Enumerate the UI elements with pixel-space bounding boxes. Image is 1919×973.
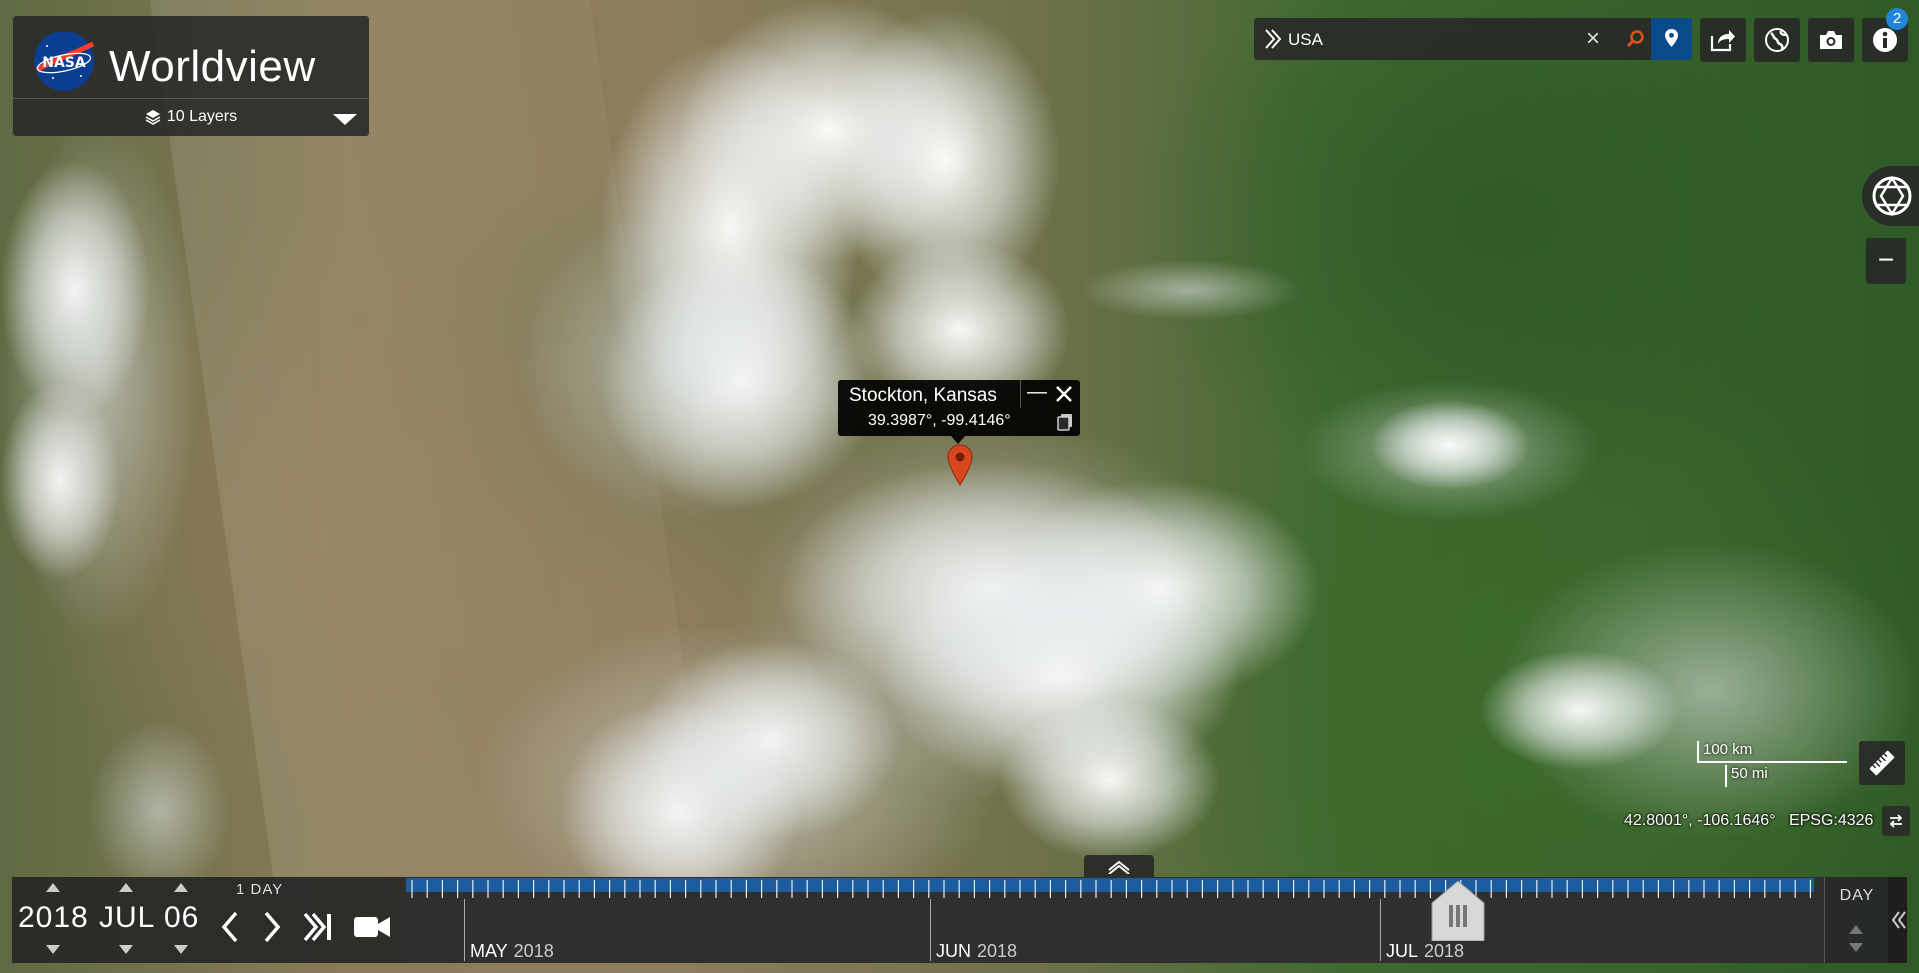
month-name: JUN bbox=[936, 941, 971, 961]
collapse-timeline-button[interactable] bbox=[1888, 877, 1907, 963]
interval-label[interactable]: 1 DAY bbox=[236, 881, 283, 898]
place-marker-button[interactable] bbox=[1651, 18, 1692, 60]
date-selector: 1 DAY 2018 JUL 06 bbox=[12, 877, 402, 963]
layers-label: 10 Layers bbox=[166, 108, 238, 125]
minimize-button[interactable]: — bbox=[1026, 382, 1048, 404]
scale-km: 100 km bbox=[1697, 741, 1847, 763]
month-year: 2018 bbox=[513, 941, 554, 961]
chevron-down-icon[interactable] bbox=[333, 114, 357, 125]
year-down-arrow[interactable] bbox=[46, 945, 60, 954]
month-input[interactable]: JUL bbox=[99, 901, 155, 935]
month-label: MAY 2018 bbox=[470, 941, 554, 962]
month-year: 2018 bbox=[977, 941, 1018, 961]
nasa-logo-icon: NASA bbox=[34, 31, 95, 91]
day-down-arrow[interactable] bbox=[174, 945, 188, 954]
timeline-slider-handle[interactable] bbox=[1430, 881, 1486, 941]
cloud bbox=[1000, 700, 1220, 860]
location-search: USA × bbox=[1254, 18, 1692, 60]
coordinate-format-button[interactable] bbox=[1882, 806, 1910, 836]
magnifier-icon[interactable] bbox=[1624, 27, 1648, 51]
month-label: JUL 2018 bbox=[1386, 941, 1464, 962]
share-icon bbox=[1710, 30, 1735, 52]
layers-toggle[interactable]: 10 Layers bbox=[13, 98, 369, 136]
month-divider bbox=[464, 899, 465, 961]
cursor-coordinates: 42.8001°, -106.1646° EPSG:4326 bbox=[1624, 812, 1873, 830]
notification-badge: 2 bbox=[1886, 8, 1908, 30]
month-divider bbox=[1380, 899, 1381, 961]
scale-bar: 100 km 50 mi bbox=[1697, 741, 1849, 791]
cloud-haze bbox=[90, 720, 230, 900]
timeline-zoom-level[interactable]: DAY bbox=[1824, 877, 1889, 963]
day-up-arrow[interactable] bbox=[174, 883, 188, 892]
timeline-toggle[interactable] bbox=[1084, 855, 1154, 877]
month-label: JUN 2018 bbox=[936, 941, 1017, 962]
location-coordinates: 39.3987°, -99.4146° bbox=[868, 412, 1011, 429]
month-divider bbox=[930, 899, 931, 961]
location-popup: Stockton, Kansas — 39.3987°, -99.4146° bbox=[838, 380, 1080, 444]
popup-tail bbox=[951, 436, 965, 444]
timeline-track[interactable]: MAY 2018 JUN 2018 JUL 2018 bbox=[402, 877, 1824, 963]
double-chevron-right-icon[interactable] bbox=[1260, 26, 1286, 52]
close-icon[interactable] bbox=[1052, 382, 1076, 406]
map-marker-icon[interactable] bbox=[947, 444, 973, 486]
measure-button[interactable] bbox=[1859, 741, 1905, 785]
cloud-haze bbox=[1080, 260, 1300, 320]
aperture-icon bbox=[1872, 175, 1912, 217]
share-button[interactable] bbox=[1700, 18, 1746, 62]
projection-code: EPSG:4326 bbox=[1788, 812, 1874, 829]
search-input[interactable]: USA bbox=[1288, 30, 1323, 50]
month-name: MAY bbox=[470, 941, 508, 961]
svg-text:NASA: NASA bbox=[42, 55, 86, 71]
timeline: 1 DAY 2018 JUL 06 MAY 2018 JUN 2018 JUL … bbox=[12, 877, 1907, 963]
video-camera-icon[interactable] bbox=[350, 905, 394, 949]
camera-icon bbox=[1820, 31, 1842, 49]
projection-button[interactable] bbox=[1754, 18, 1800, 62]
double-chevron-left-icon bbox=[1891, 911, 1906, 929]
month-down-arrow[interactable] bbox=[119, 945, 133, 954]
layers-icon bbox=[145, 110, 161, 125]
zoom-level-label: DAY bbox=[1839, 887, 1875, 904]
skip-to-end-icon[interactable] bbox=[300, 905, 336, 949]
clear-search-button[interactable]: × bbox=[1579, 25, 1607, 53]
zoom-out-button[interactable]: − bbox=[1866, 238, 1906, 284]
chevron-up-icon bbox=[1108, 860, 1130, 874]
year-up-arrow[interactable] bbox=[46, 883, 60, 892]
zoom-up-arrow[interactable] bbox=[1849, 925, 1863, 934]
day-input[interactable]: 06 bbox=[164, 901, 199, 935]
scale-mi: 50 mi bbox=[1725, 765, 1847, 787]
brand-panel: NASA Worldview 10 Layers bbox=[13, 16, 369, 136]
copy-icon[interactable] bbox=[1057, 413, 1073, 431]
ruler-icon bbox=[1869, 750, 1895, 776]
coordinate-value: 42.8001°, -106.1646° bbox=[1624, 812, 1776, 829]
cloud bbox=[1480, 650, 1680, 770]
month-markers: MAY 2018 JUN 2018 JUL 2018 bbox=[402, 877, 1824, 963]
cloud-haze bbox=[0, 120, 200, 640]
location-name: Stockton, Kansas bbox=[849, 385, 997, 406]
month-up-arrow[interactable] bbox=[119, 883, 133, 892]
chevron-left-icon[interactable] bbox=[212, 905, 248, 949]
year-input[interactable]: 2018 bbox=[18, 901, 89, 935]
app-title: Worldview bbox=[109, 42, 316, 91]
snapshot-button[interactable] bbox=[1808, 18, 1854, 62]
chevron-right-icon[interactable] bbox=[254, 905, 290, 949]
month-name: JUL bbox=[1386, 941, 1419, 961]
projection-icon bbox=[1765, 28, 1789, 52]
cloud-haze bbox=[520, 200, 860, 520]
zoom-down-arrow[interactable] bbox=[1849, 943, 1863, 952]
swap-icon bbox=[1889, 814, 1903, 828]
distraction-free-toggle[interactable] bbox=[1862, 166, 1919, 226]
cloud bbox=[1370, 400, 1530, 490]
divider bbox=[1020, 380, 1021, 408]
month-year: 2018 bbox=[1424, 941, 1465, 961]
info-icon bbox=[1873, 28, 1897, 52]
location-pin-icon bbox=[1665, 29, 1678, 47]
